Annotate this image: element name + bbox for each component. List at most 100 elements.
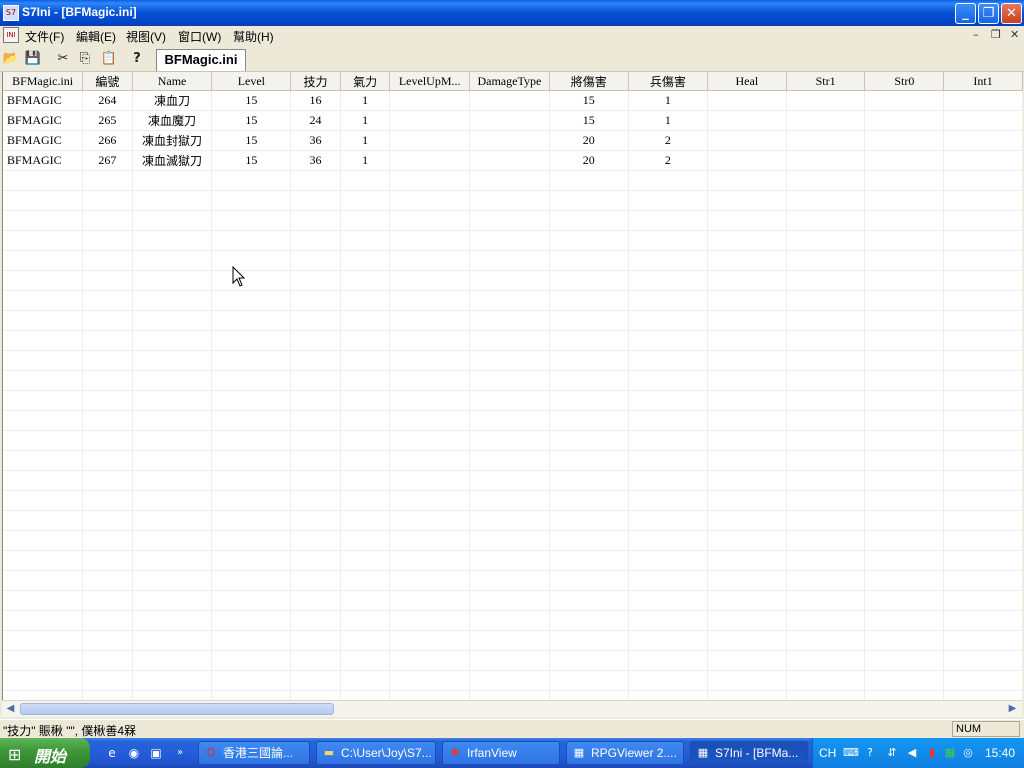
menu-window[interactable]: 窗口(W) <box>178 28 221 45</box>
table-cell[interactable] <box>340 690 391 700</box>
table-row[interactable] <box>3 610 1023 631</box>
table-cell[interactable] <box>786 490 866 511</box>
table-cell[interactable] <box>864 350 945 371</box>
keyboard-icon[interactable]: ⌨ <box>843 746 859 760</box>
table-cell[interactable]: 20 <box>549 150 629 171</box>
table-row[interactable] <box>3 490 1023 511</box>
table-cell[interactable] <box>864 670 945 691</box>
table-row[interactable] <box>3 170 1023 191</box>
table-cell[interactable] <box>82 230 133 251</box>
table-cell[interactable] <box>340 510 391 531</box>
table-cell[interactable] <box>786 650 866 671</box>
table-cell[interactable] <box>786 350 866 371</box>
table-row[interactable] <box>3 690 1023 700</box>
table-cell[interactable] <box>469 330 550 351</box>
table-cell[interactable]: 36 <box>290 130 341 151</box>
table-cell[interactable] <box>628 450 708 471</box>
table-cell[interactable]: 凍血滅獄刀 <box>132 150 213 171</box>
table-cell[interactable] <box>864 450 945 471</box>
table-cell[interactable] <box>211 650 292 671</box>
table-cell[interactable]: 15 <box>211 110 292 131</box>
table-cell[interactable] <box>132 190 213 211</box>
table-cell[interactable] <box>469 310 550 331</box>
table-cell[interactable] <box>786 250 866 271</box>
table-cell[interactable] <box>211 450 292 471</box>
table-cell[interactable]: 凍血魔刀 <box>132 110 213 131</box>
table-cell[interactable] <box>628 490 708 511</box>
table-cell[interactable] <box>211 390 292 411</box>
table-cell[interactable] <box>132 270 213 291</box>
table-cell[interactable] <box>628 270 708 291</box>
table-cell[interactable] <box>132 410 213 431</box>
table-cell[interactable] <box>389 210 471 231</box>
table-cell[interactable] <box>290 610 341 631</box>
table-row[interactable] <box>3 330 1023 351</box>
table-cell[interactable] <box>389 570 471 591</box>
table-cell[interactable] <box>469 250 550 271</box>
table-cell[interactable] <box>786 110 866 131</box>
copy-icon[interactable]: ⎘ <box>76 50 94 68</box>
menu-view[interactable]: 視图(V) <box>126 28 166 45</box>
table-cell[interactable] <box>132 170 213 191</box>
table-row[interactable]: BFMAGIC 264 凍血刀 15 16 1 15 1 <box>3 90 1023 111</box>
table-cell[interactable] <box>132 670 213 691</box>
data-grid[interactable]: BFMagic.ini 編號 Name Level 技力 氣力 LevelUpM... Dam… <box>2 72 1023 700</box>
table-cell[interactable] <box>628 350 708 371</box>
ime-toggle-icon[interactable]: ⇵ <box>885 746 899 760</box>
table-cell[interactable] <box>389 190 471 211</box>
table-cell[interactable] <box>82 610 133 631</box>
table-cell[interactable] <box>290 170 341 191</box>
table-cell[interactable] <box>943 390 1023 411</box>
table-cell[interactable] <box>943 130 1023 151</box>
table-cell[interactable] <box>132 510 213 531</box>
table-cell[interactable] <box>707 470 787 491</box>
table-cell[interactable] <box>132 650 213 671</box>
table-cell[interactable] <box>628 290 708 311</box>
table-cell[interactable] <box>469 390 550 411</box>
table-cell[interactable] <box>389 670 471 691</box>
table-cell[interactable] <box>290 410 341 431</box>
table-cell[interactable] <box>3 550 84 571</box>
table-cell[interactable] <box>786 230 866 251</box>
table-cell[interactable] <box>469 690 550 700</box>
ime-help-icon[interactable]: ? <box>863 746 877 760</box>
table-cell[interactable] <box>3 670 84 691</box>
table-cell[interactable] <box>707 590 787 611</box>
table-cell[interactable] <box>707 350 787 371</box>
minimize-button[interactable]: _ <box>955 3 976 24</box>
table-cell[interactable] <box>389 350 471 371</box>
table-cell[interactable] <box>943 210 1023 231</box>
column-header[interactable]: DamageType <box>469 72 550 91</box>
table-cell[interactable] <box>943 570 1023 591</box>
table-cell[interactable] <box>132 290 213 311</box>
table-cell[interactable] <box>628 530 708 551</box>
table-cell[interactable] <box>864 650 945 671</box>
column-header[interactable]: Name <box>132 72 213 91</box>
table-cell[interactable] <box>340 310 391 331</box>
table-cell[interactable] <box>82 570 133 591</box>
table-cell[interactable] <box>340 190 391 211</box>
table-cell[interactable] <box>943 530 1023 551</box>
table-row[interactable] <box>3 650 1023 671</box>
table-cell[interactable]: 凍血封獄刀 <box>132 130 213 151</box>
table-cell[interactable] <box>340 270 391 291</box>
table-cell[interactable] <box>389 650 471 671</box>
table-cell[interactable] <box>389 690 471 700</box>
table-cell[interactable] <box>864 410 945 431</box>
table-cell[interactable] <box>82 310 133 331</box>
table-cell[interactable] <box>340 610 391 631</box>
table-cell[interactable] <box>864 190 945 211</box>
table-cell[interactable] <box>469 370 550 391</box>
table-cell[interactable] <box>707 610 787 631</box>
table-cell[interactable] <box>707 410 787 431</box>
table-cell[interactable] <box>628 310 708 331</box>
table-cell[interactable] <box>943 330 1023 351</box>
table-cell[interactable] <box>628 430 708 451</box>
table-cell[interactable] <box>628 690 708 700</box>
table-cell[interactable] <box>786 190 866 211</box>
table-cell[interactable] <box>864 610 945 631</box>
table-cell[interactable] <box>628 670 708 691</box>
table-cell[interactable] <box>340 630 391 651</box>
table-cell[interactable] <box>82 170 133 191</box>
table-cell[interactable] <box>864 630 945 651</box>
